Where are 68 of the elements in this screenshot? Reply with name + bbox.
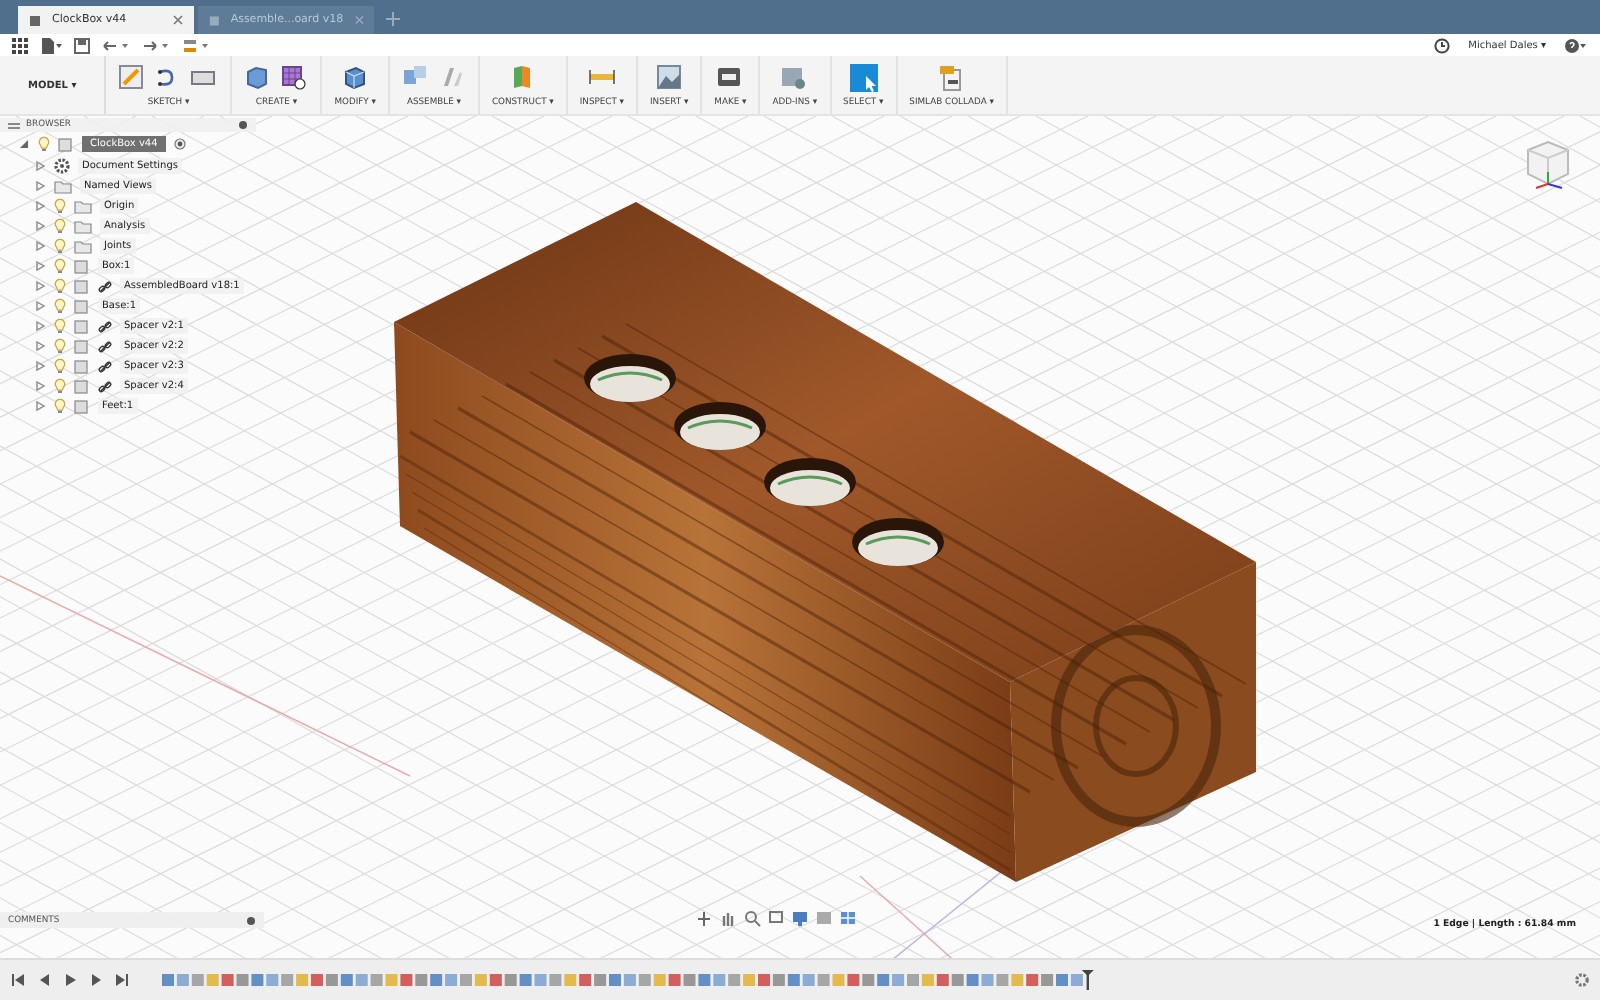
close-icon[interactable]: [353, 14, 364, 26]
script-icon[interactable]: [780, 63, 809, 91]
expand-arrow-icon[interactable]: [18, 138, 30, 150]
file-icon[interactable]: [40, 37, 62, 53]
expand-arrow-icon[interactable]: [34, 400, 46, 412]
settings-icon[interactable]: [1574, 972, 1590, 988]
first-frame-icon[interactable]: [10, 972, 26, 988]
box-icon[interactable]: [244, 63, 273, 91]
zoom-window-icon[interactable]: [768, 910, 786, 928]
printer-icon[interactable]: [716, 63, 745, 91]
sketch-icon[interactable]: [118, 63, 147, 91]
light-bulb-icon[interactable]: [54, 358, 66, 374]
orbit-icon[interactable]: [696, 910, 714, 928]
expand-arrow-icon[interactable]: [34, 240, 46, 252]
grid-menu-icon[interactable]: [12, 37, 28, 53]
light-bulb-icon[interactable]: [54, 378, 66, 394]
expand-arrow-icon[interactable]: [34, 180, 46, 192]
visual-style-icon[interactable]: [816, 910, 834, 928]
timeline-features-drawing[interactable]: [160, 969, 1096, 991]
light-bulb-icon[interactable]: [54, 278, 66, 294]
history-icon[interactable]: [182, 37, 210, 53]
gear-icon: [54, 158, 70, 174]
cube-icon: [208, 13, 221, 27]
expand-arrow-icon[interactable]: [34, 340, 46, 352]
expand-arrow-icon[interactable]: [34, 220, 46, 232]
cube-icon: [28, 13, 42, 27]
redo-icon[interactable]: [142, 37, 170, 53]
help-icon[interactable]: [1564, 37, 1588, 53]
previous-icon[interactable]: [36, 972, 52, 988]
light-bulb-icon[interactable]: [54, 218, 66, 234]
component-icon: [58, 137, 74, 151]
expand-arrow-icon[interactable]: [34, 360, 46, 372]
undo-icon[interactable]: [102, 37, 130, 53]
last-frame-icon[interactable]: [114, 972, 130, 988]
light-bulb-icon[interactable]: [54, 298, 66, 314]
expand-arrow-icon[interactable]: [34, 160, 46, 172]
expand-arrow-icon[interactable]: [34, 280, 46, 292]
grid-icon[interactable]: [840, 910, 858, 928]
expand-arrow-icon[interactable]: [34, 200, 46, 212]
dae-file-icon[interactable]: [937, 63, 966, 91]
save-icon[interactable]: [74, 37, 90, 53]
pin-icon[interactable]: [238, 120, 248, 130]
pin-icon[interactable]: [246, 915, 256, 925]
light-bulb-icon[interactable]: [54, 258, 66, 274]
close-icon[interactable]: [172, 14, 184, 26]
play-icon[interactable]: [62, 972, 78, 988]
collapse-icon[interactable]: [8, 121, 20, 129]
pan-icon[interactable]: [720, 910, 738, 928]
image-icon[interactable]: [655, 63, 684, 91]
light-bulb-icon[interactable]: [54, 398, 66, 414]
expand-arrow-icon[interactable]: [34, 320, 46, 332]
mesh-icon[interactable]: [280, 63, 309, 91]
cursor-icon[interactable]: [849, 63, 878, 91]
expand-arrow-icon[interactable]: [34, 260, 46, 272]
radio-icon[interactable]: [173, 138, 186, 150]
light-bulb-icon[interactable]: [54, 318, 66, 334]
push-pull-icon[interactable]: [341, 63, 370, 91]
light-bulb-icon[interactable]: [38, 136, 50, 152]
next-icon[interactable]: [88, 972, 104, 988]
display-icon[interactable]: [792, 910, 810, 928]
light-bulb-icon[interactable]: [54, 238, 66, 254]
expand-arrow-icon[interactable]: [34, 300, 46, 312]
light-bulb-icon[interactable]: [54, 338, 66, 354]
expand-arrow-icon[interactable]: [34, 380, 46, 392]
light-bulb-icon[interactable]: [54, 198, 66, 214]
zoom-icon[interactable]: [744, 910, 762, 928]
add-tab-icon[interactable]: [384, 10, 402, 28]
clock-icon[interactable]: [1434, 37, 1451, 53]
